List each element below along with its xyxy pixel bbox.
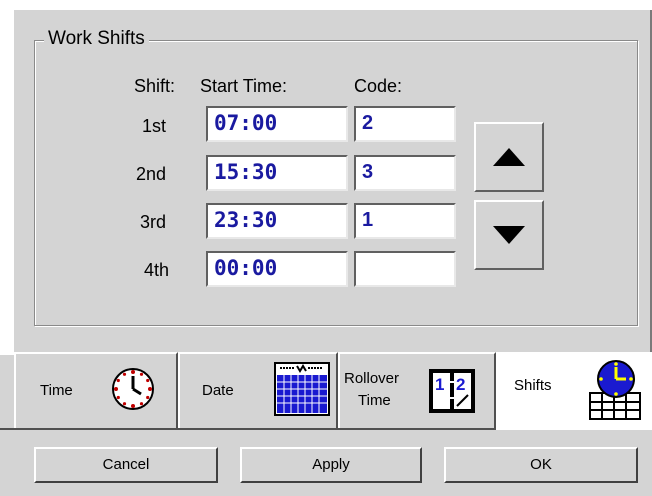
- groupbox-title: Work Shifts: [44, 28, 149, 50]
- triangle-down-icon: [493, 226, 525, 244]
- move-up-button[interactable]: [474, 122, 544, 192]
- start-time-header: Start Time:: [200, 76, 288, 96]
- calendar-icon: [274, 362, 330, 420]
- code-field-2[interactable]: 3: [354, 155, 456, 191]
- cancel-button[interactable]: Cancel: [34, 447, 218, 483]
- code-field-3[interactable]: 1: [354, 203, 456, 239]
- svg-text:2: 2: [456, 375, 465, 394]
- start-time-field-1[interactable]: 07:00: [206, 106, 348, 142]
- tab-shifts[interactable]: Shifts: [496, 352, 652, 430]
- rollover-icon: 1 2: [428, 368, 476, 418]
- window-left-edge: [0, 0, 14, 355]
- tab-shifts-label: Shifts: [514, 377, 552, 394]
- shifts-clock-icon: [586, 359, 642, 425]
- apply-button[interactable]: Apply: [240, 447, 422, 483]
- tab-rollover-time[interactable]: Rollover Time 1 2: [338, 352, 496, 428]
- clock-icon: [110, 366, 156, 416]
- window-top-edge: [0, 0, 652, 10]
- tab-rollover-label-line1: Rollover: [344, 370, 400, 387]
- start-time-field-3[interactable]: 23:30: [206, 203, 348, 239]
- tab-time-label: Time: [40, 382, 73, 399]
- ok-button[interactable]: OK: [444, 447, 638, 483]
- triangle-up-icon: [493, 148, 525, 166]
- svg-text:1: 1: [435, 375, 444, 394]
- shift-label-2: 2nd: [136, 164, 167, 184]
- tab-baseline: [0, 428, 496, 430]
- start-time-field-2[interactable]: 15:30: [206, 155, 348, 191]
- shift-label-1: 1st: [142, 116, 167, 136]
- code-field-1[interactable]: 2: [354, 106, 456, 142]
- code-header: Code:: [354, 76, 403, 96]
- shift-label-3: 3rd: [140, 212, 167, 232]
- move-down-button[interactable]: [474, 200, 544, 270]
- shift-header: Shift:: [134, 76, 176, 96]
- tab-date[interactable]: Date: [178, 352, 338, 428]
- shift-label-4: 4th: [144, 260, 170, 280]
- tab-time[interactable]: Time: [14, 352, 178, 428]
- tab-date-label: Date: [202, 382, 234, 399]
- start-time-field-4[interactable]: 00:00: [206, 251, 348, 287]
- tab-rollover-label-line2: Time: [358, 392, 391, 409]
- code-field-4[interactable]: [354, 251, 456, 287]
